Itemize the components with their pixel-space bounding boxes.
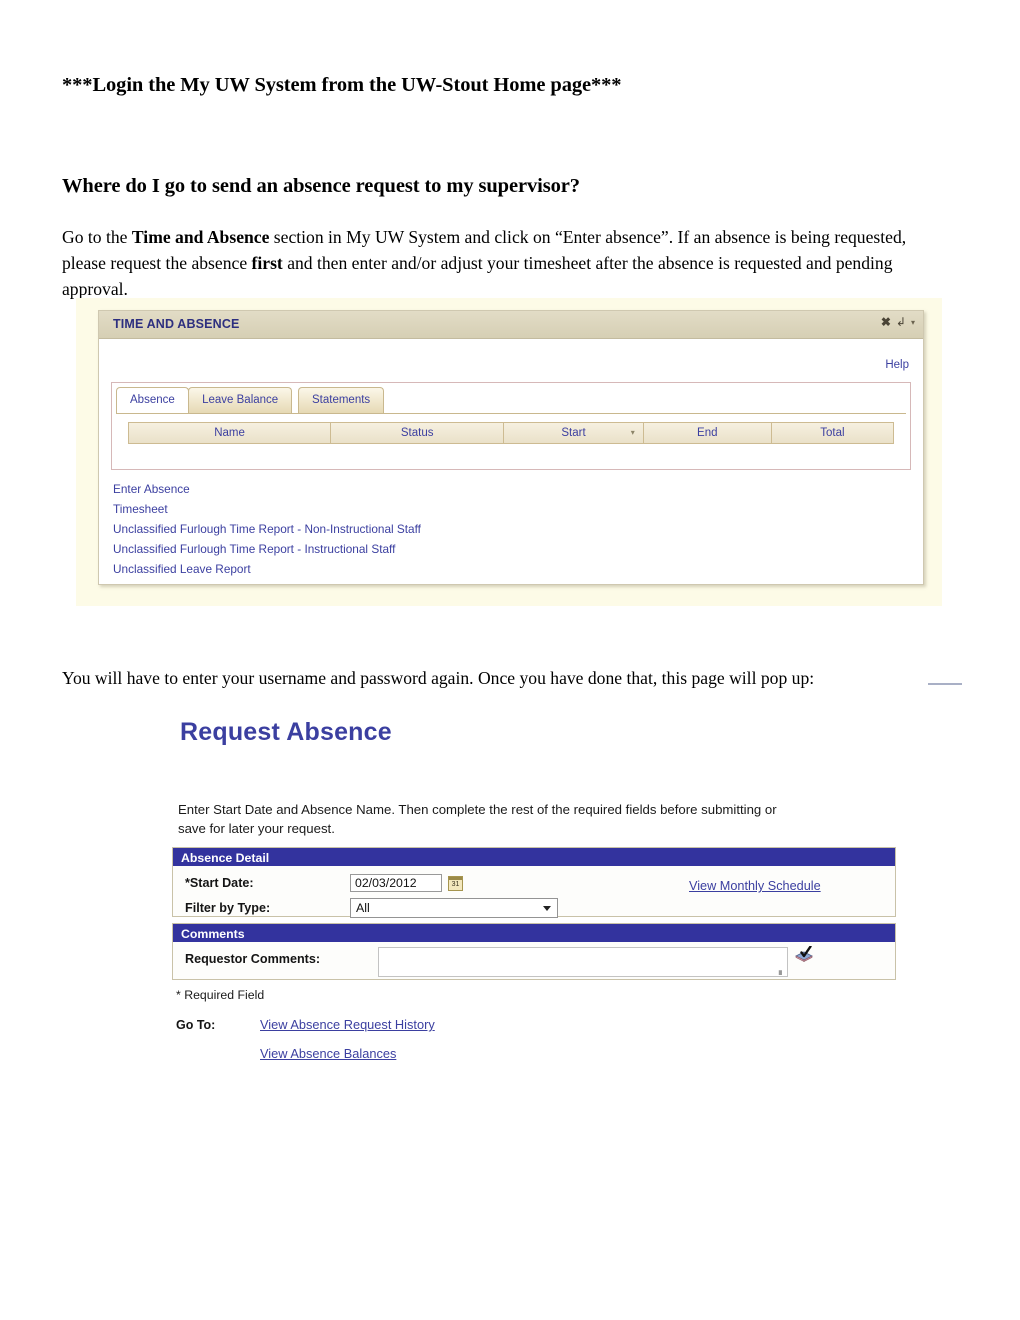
tab-absence[interactable]: Absence xyxy=(116,387,189,413)
screenshot-time-and-absence: TIME AND ABSENCE ✖ ↲ ▾ Help Absence Leave… xyxy=(76,298,942,606)
start-date-label: *Start Date: xyxy=(185,876,254,890)
absence-detail-section: Absence Detail *Start Date: 31 Filter by… xyxy=(172,847,896,944)
section-heading-absence-request: Where do I go to send an absence request… xyxy=(62,175,580,197)
comments-section-header: Comments xyxy=(173,924,895,942)
grid-column-header-status[interactable]: Status xyxy=(331,423,505,443)
pagelet-header: TIME AND ABSENCE ✖ ↲ ▾ xyxy=(99,311,923,339)
filter-by-type-select[interactable]: All xyxy=(350,898,558,918)
tab-label: Leave Balance xyxy=(202,394,279,406)
pagelet-controls: ✖ ↲ ▾ xyxy=(881,316,915,329)
tab-underline xyxy=(116,413,906,414)
close-icon[interactable]: ✖ xyxy=(881,316,891,329)
chevron-down-icon xyxy=(543,906,551,911)
intro-bold-time-and-absence: Time and Absence xyxy=(131,226,270,247)
grid-column-header-total[interactable]: Total xyxy=(772,423,893,443)
grid-column-label: End xyxy=(697,427,718,439)
tab-row: Absence Leave Balance Statements xyxy=(116,387,910,414)
tab-leave-balance[interactable]: Leave Balance xyxy=(188,387,293,413)
go-to-label: Go To: xyxy=(176,1018,216,1032)
spellcheck-icon[interactable] xyxy=(795,945,814,962)
request-absence-title: Request Absence xyxy=(180,718,392,746)
pin-icon[interactable]: ↲ xyxy=(896,316,906,329)
grid-column-label: Status xyxy=(400,427,434,439)
required-field-note: * Required Field xyxy=(176,988,265,1002)
filter-by-type-row: Filter by Type: All xyxy=(185,898,558,918)
calendar-icon-day: 31 xyxy=(451,880,460,888)
request-absence-instructions: Enter Start Date and Absence Name. Then … xyxy=(178,802,777,836)
absence-detail-section-header: Absence Detail xyxy=(173,848,895,866)
comments-section: Comments Requestor Comments: ▖ xyxy=(172,923,896,980)
requestor-comments-textarea[interactable]: ▖ xyxy=(378,947,788,977)
pagelet-links-list: Enter Absence Timesheet Unclassified Furlo… xyxy=(113,479,421,579)
view-monthly-schedule-link[interactable]: View Monthly Schedule xyxy=(689,879,821,893)
pagelet-link-3[interactable]: Unclassified Furlough Time Report - Inst… xyxy=(113,539,421,559)
tab-label: Absence xyxy=(130,394,175,406)
time-and-absence-pagelet: TIME AND ABSENCE ✖ ↲ ▾ Help Absence Leave… xyxy=(98,310,924,585)
pagelet-link-2[interactable]: Unclassified Furlough Time Report - Non-… xyxy=(113,519,421,539)
view-absence-balances-link[interactable]: View Absence Balances xyxy=(260,1046,396,1061)
pagelet-link-1[interactable]: Timesheet xyxy=(113,499,421,519)
grid-column-label: Start xyxy=(561,427,586,439)
horizontal-rule-artifact xyxy=(928,683,962,685)
pagelet-link-4[interactable]: Unclassified Leave Report xyxy=(113,559,421,579)
chevron-down-icon[interactable]: ▾ xyxy=(911,316,915,329)
filter-by-type-value: All xyxy=(356,901,370,915)
intro-text-1: Go to the xyxy=(62,226,132,247)
absence-tab-panel: Absence Leave Balance Statements Name Statu… xyxy=(111,382,911,470)
requestor-comments-label: Requestor Comments: xyxy=(185,952,321,966)
resize-grip-icon: ▖ xyxy=(778,966,785,975)
pagelet-title: TIME AND ABSENCE xyxy=(113,317,240,331)
tab-statements[interactable]: Statements xyxy=(298,387,385,413)
intro-bold-first: first xyxy=(251,252,283,273)
paragraph-intro: Go to the Time and Absence section in My… xyxy=(62,224,946,302)
calendar-icon[interactable]: 31 xyxy=(448,875,463,891)
start-date-row: *Start Date: 31 xyxy=(185,874,463,892)
grid-column-label: Name xyxy=(214,427,245,439)
screenshot-request-absence: Request Absence Enter Start Date and Abs… xyxy=(168,700,908,1118)
tab-label: Statements xyxy=(312,394,371,406)
absence-grid-header: Name Status Start ▾ End Total xyxy=(128,422,894,444)
grid-column-label: Total xyxy=(820,427,845,439)
sort-descending-icon[interactable]: ▾ xyxy=(631,428,635,437)
start-date-input[interactable] xyxy=(350,874,442,892)
help-link[interactable]: Help xyxy=(885,359,909,371)
view-absence-request-history-link[interactable]: View Absence Request History xyxy=(260,1017,435,1032)
grid-column-header-end[interactable]: End xyxy=(644,423,772,443)
grid-column-header-start[interactable]: Start ▾ xyxy=(504,423,644,443)
pagelet-body: Help Absence Leave Balance Statements Name… xyxy=(99,339,923,585)
requestor-comments-row: Requestor Comments: xyxy=(185,952,320,966)
pagelet-link-0[interactable]: Enter Absence xyxy=(113,479,421,499)
grid-column-header-name[interactable]: Name xyxy=(129,423,332,443)
filter-by-type-label: Filter by Type: xyxy=(185,901,271,915)
page-title: ***Login the My UW System from the UW-St… xyxy=(62,74,622,96)
paragraph-popup: You will have to enter your username and… xyxy=(62,667,815,688)
